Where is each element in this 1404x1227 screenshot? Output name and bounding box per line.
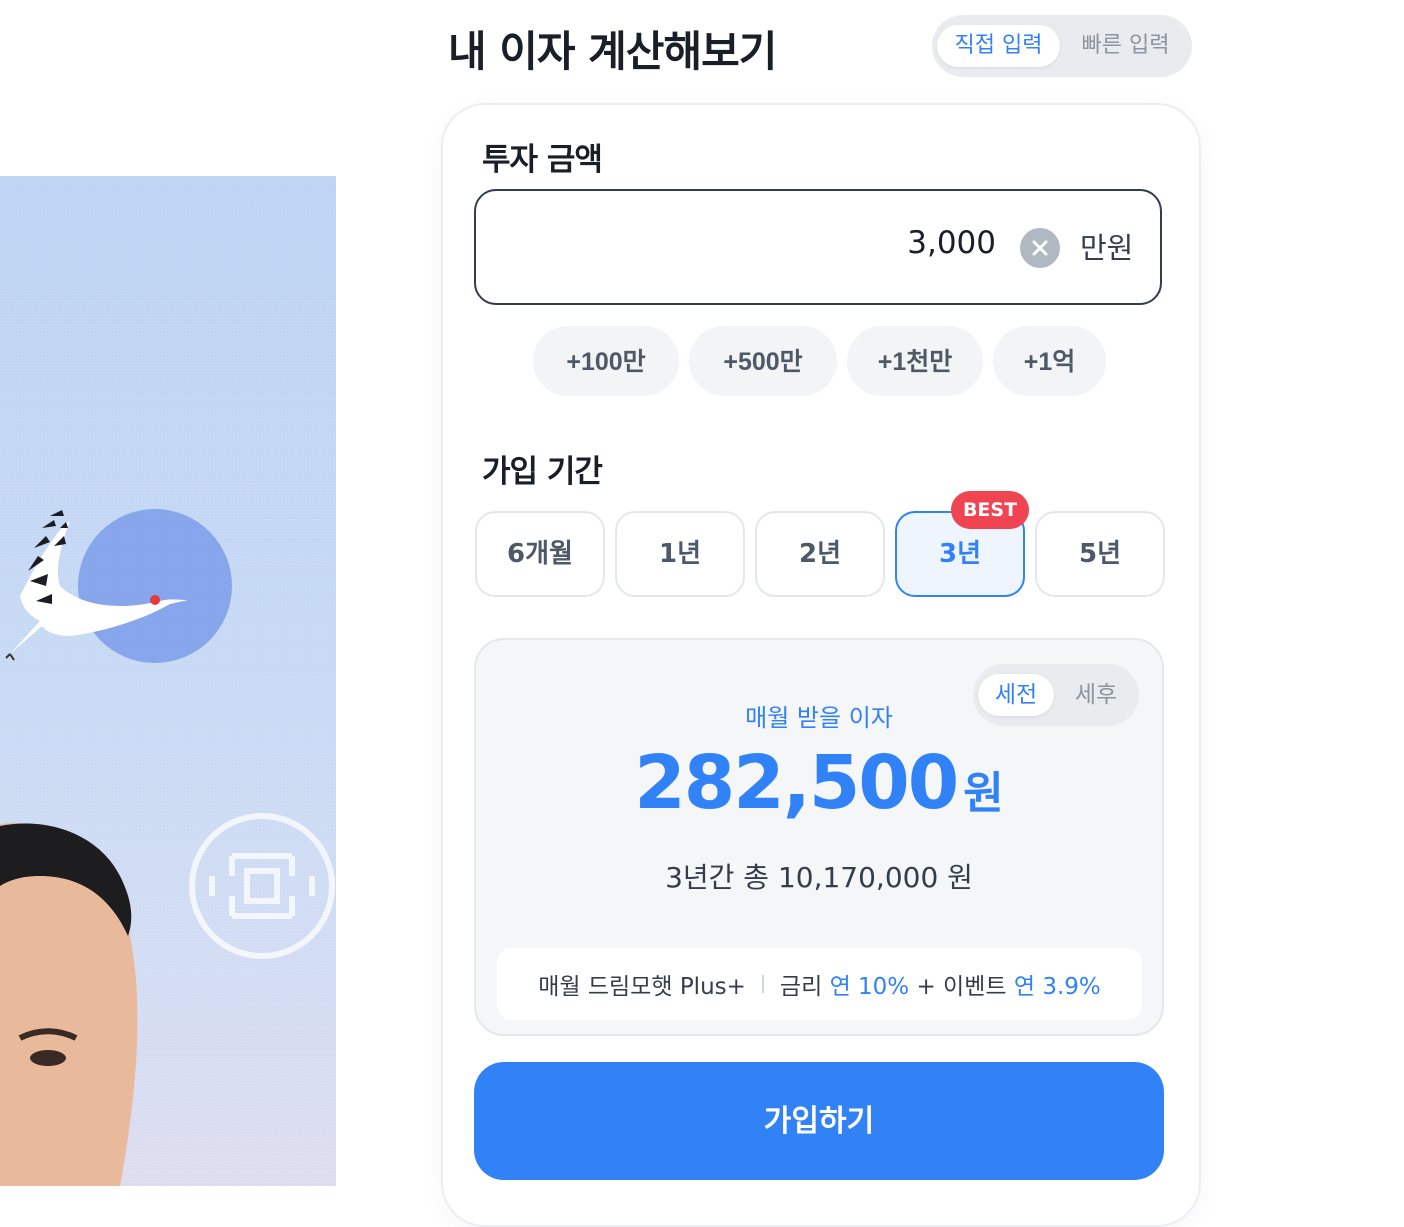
amount-unit: 만원 xyxy=(1080,231,1134,265)
quick-add-100[interactable]: +100만 xyxy=(533,326,679,396)
rate-info: 매월 드림모햇 Plus+ 금리 연 10% + 이벤트 연 3.9% xyxy=(497,948,1142,1020)
clear-amount-button[interactable] xyxy=(1020,228,1060,268)
quick-add-10000[interactable]: +1억 xyxy=(993,326,1106,396)
join-button[interactable]: 가입하기 xyxy=(474,1062,1164,1180)
amount-label: 투자 금액 xyxy=(482,142,603,178)
quick-add-1000[interactable]: +1천만 xyxy=(847,326,983,396)
ornament-icon xyxy=(189,813,335,959)
tab-direct-input[interactable]: 직접 입력 xyxy=(937,25,1060,67)
monthly-interest-unit: 원 xyxy=(963,768,1004,819)
period-6m[interactable]: 6개월 xyxy=(475,511,605,597)
illustration-art xyxy=(0,509,335,1186)
period-2y[interactable]: 2년 xyxy=(755,511,885,597)
event-label: + 이벤트 xyxy=(916,974,1007,1000)
period-5y[interactable]: 5년 xyxy=(1035,511,1165,597)
rate-value: 연 10% xyxy=(829,974,910,1000)
divider xyxy=(761,975,764,993)
input-mode-toggle: 직접 입력 빠른 입력 xyxy=(932,15,1192,77)
person-photo xyxy=(0,822,138,1186)
amount-value[interactable]: 3,000 xyxy=(907,225,996,261)
product-name: 매월 드림모햇 Plus+ xyxy=(538,974,746,1000)
best-badge: BEST xyxy=(951,491,1029,529)
amount-input[interactable]: 3,000 만원 xyxy=(474,189,1162,305)
rate-label: 금리 xyxy=(779,974,823,1000)
quick-add-500[interactable]: +500만 xyxy=(689,326,837,396)
event-rate-value: 연 3.9% xyxy=(1013,974,1101,1000)
monthly-interest-label: 매월 받을 이자 xyxy=(745,704,893,732)
monthly-interest-amount: 282,500 원 xyxy=(474,740,1164,826)
moon-circle xyxy=(78,509,232,663)
period-1y[interactable]: 1년 xyxy=(615,511,745,597)
total-interest-text: 3년간 총 10,170,000 원 xyxy=(665,861,973,894)
page-title: 내 이자 계산해보기 xyxy=(448,27,777,76)
period-label: 가입 기간 xyxy=(482,454,603,490)
monthly-interest-value: 282,500 xyxy=(634,740,959,826)
tab-quick-input[interactable]: 빠른 입력 xyxy=(1064,25,1187,67)
close-icon xyxy=(1032,240,1048,256)
promo-illustration xyxy=(0,176,336,1186)
